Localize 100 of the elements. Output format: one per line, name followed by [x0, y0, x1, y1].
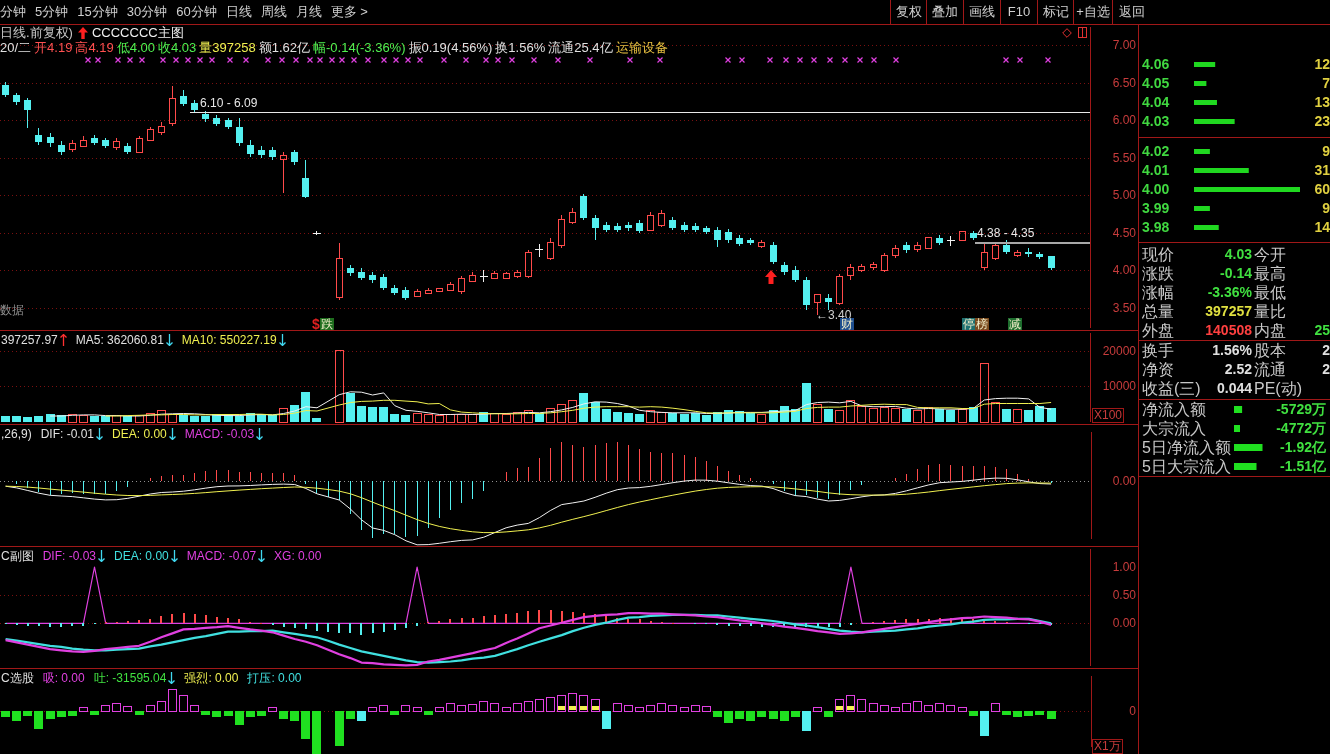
quote-label: 内盘 [1254, 321, 1286, 340]
indicator-value: MA5: 362060.81 [75, 332, 164, 347]
order-price: 4.02 [1141, 142, 1171, 161]
flow-label: 5日大宗流入 [1142, 457, 1232, 476]
order-price: 3.98 [1141, 218, 1171, 237]
order-volume: 14 [1313, 218, 1330, 237]
quote-label: 量比 [1254, 302, 1286, 321]
indicator-value: DIF: -0.03 [42, 548, 97, 563]
quote-label: 收益(三) [1142, 379, 1201, 398]
indicator-value: 397257.97 [1, 332, 58, 347]
flow-value: -1.51亿 [1279, 457, 1327, 476]
quote-field: 运输设备 [615, 40, 668, 55]
quote-field: 收4.03 [158, 40, 197, 55]
quote-field: 高4.19 [75, 40, 114, 55]
indicator-value: DEA: 0.00 [114, 548, 169, 563]
unit-label: X1万 [1092, 739, 1123, 754]
indicator-value: DIF: -0.01 [40, 426, 95, 441]
quote-field: 20/二 [0, 40, 32, 55]
flow-value: -4772万 [1275, 419, 1327, 438]
order-volume: 60 [1313, 180, 1330, 199]
order-price: 4.03 [1141, 112, 1171, 131]
quote-label: 净资 [1142, 360, 1174, 379]
axis-label: 7.00 [1112, 38, 1136, 52]
quote-value: 25 [1313, 321, 1330, 340]
flow-value: -5729万 [1275, 400, 1327, 419]
indicator-value: ,26,9) [1, 426, 32, 441]
flow-label: 净流入额 [1142, 400, 1207, 419]
order-volume: 9 [1321, 199, 1330, 218]
order-volume: 12 [1313, 55, 1330, 74]
indicator-value: MACD: -0.07 [186, 548, 257, 563]
indicator-name: CCCCCCC主图 [91, 25, 184, 40]
signal-tag: 榜 [975, 318, 989, 330]
quote-label: 最低 [1254, 283, 1286, 302]
axis-label: 4.50 [1112, 225, 1136, 240]
quote-label: 现价 [1142, 245, 1174, 264]
quote-label: 换手 [1142, 341, 1174, 360]
axis-label: 4.00 [1112, 263, 1136, 278]
quote-label: 涨跌 [1142, 264, 1174, 283]
indicator-value: 吐: -31595.04 [93, 670, 167, 685]
quote-label: 流通 [1254, 360, 1286, 379]
signal-tag: 跌 [320, 318, 334, 330]
quote-label: 今开 [1254, 245, 1286, 264]
quote-value: 397257 [1205, 302, 1252, 321]
order-price: 4.01 [1141, 161, 1171, 180]
axis-label: 5.00 [1112, 188, 1136, 203]
indicator-value: C副图 [1, 548, 34, 563]
axis-label: 10000 [1102, 379, 1136, 394]
flow-value: -1.92亿 [1279, 438, 1327, 457]
price-range-label: 4.38 - 4.35 [977, 226, 1035, 240]
indicator-value: 吸: 0.00 [42, 670, 85, 685]
quote-field: 量397258 [199, 40, 256, 55]
axis-label: 6.00 [1112, 113, 1136, 128]
axis-label: 1.00 [1112, 560, 1136, 574]
quote-field: 额1.62亿 [258, 40, 311, 55]
quote-label: 总量 [1142, 302, 1174, 321]
indicator-value: 打压: 0.00 [247, 670, 302, 685]
indicator-value: C选股 [1, 670, 34, 685]
axis-label: 6.50 [1112, 75, 1136, 90]
quote-value: -0.14 [1220, 264, 1252, 283]
order-price: 4.05 [1141, 74, 1171, 93]
axis-label: 3.50 [1112, 300, 1136, 315]
order-price: 4.06 [1141, 55, 1171, 74]
quote-field: 低4.00 [116, 40, 155, 55]
quote-label: 股本 [1254, 341, 1286, 360]
price-range-label: 6.10 - 6.09 [200, 96, 258, 110]
axis-label: 0.00 [1112, 616, 1136, 631]
quote-field: 振0.19(4.56%) [408, 40, 493, 55]
quote-value: 2 [1321, 341, 1330, 360]
quote-label: 最高 [1254, 264, 1286, 283]
quote-field: 流通25.4亿 [548, 40, 613, 55]
axis-label: 0.00 [1112, 474, 1136, 488]
indicator-value: DEA: 0.00 [112, 426, 167, 441]
flow-label: 大宗流入 [1142, 419, 1207, 438]
quote-field: 换1.56% [495, 40, 546, 55]
signal-tag: 减 [1008, 318, 1022, 330]
order-price: 4.00 [1141, 180, 1171, 199]
indicator-value: MA10: 550227.19 [181, 332, 277, 347]
quote-label: 涨幅 [1142, 283, 1174, 302]
axis-label: 0.50 [1112, 588, 1136, 603]
quote-value: 1.56% [1212, 341, 1252, 360]
order-price: 4.04 [1141, 93, 1171, 112]
order-volume: 23 [1313, 112, 1330, 131]
order-volume: 9 [1321, 142, 1330, 161]
signal-tag: 停 [962, 318, 976, 330]
flow-label: 5日净流入额 [1142, 438, 1232, 457]
order-volume: 31 [1313, 161, 1330, 180]
signal-mark: $ [312, 318, 320, 330]
indicator-value: XG: 0.00 [274, 548, 322, 563]
quote-field: 开4.19 [34, 40, 73, 55]
axis-label: 20000 [1102, 344, 1136, 358]
quote-value: 2 [1321, 360, 1330, 379]
quote-value: 2.52 [1224, 360, 1252, 379]
chart-title: 日线.前复权) [0, 25, 73, 40]
corner-label: 数据 [0, 303, 24, 317]
axis-label: 0 [1129, 704, 1136, 718]
order-volume: 13 [1313, 93, 1330, 112]
quote-value: 140508 [1205, 321, 1252, 340]
order-volume: 7 [1321, 74, 1330, 93]
order-price: 3.99 [1141, 199, 1171, 218]
quote-field: 幅-0.14(-3.36%) [313, 40, 406, 55]
